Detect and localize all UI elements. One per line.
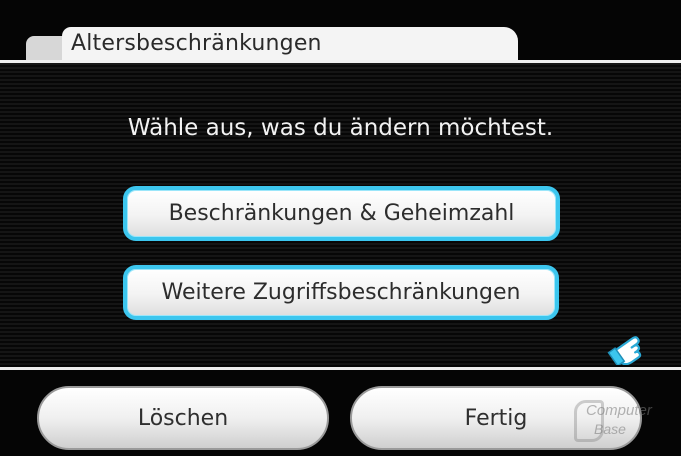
clear-button[interactable]: Löschen [37,386,329,450]
wii-pointer-hand-icon [607,336,642,365]
title-tab: Altersbeschränkungen [62,27,518,60]
restrictions-pin-label: Beschränkungen & Geheimzahl [168,201,515,226]
watermark-line2: Base [594,421,626,437]
additional-restrictions-button[interactable]: Weitere Zugriffsbeschränkungen [123,265,559,320]
instruction-text: Wähle aus, was du ändern möchtest. [127,115,554,141]
done-button-label: Fertig [464,405,528,431]
header-bar: Altersbeschränkungen [0,0,681,60]
page-title: Altersbeschränkungen [71,31,322,56]
main-panel: Wähle aus, was du ändern möchtest. Besch… [0,60,681,370]
watermark-line1: Computer [586,402,652,419]
computerbase-watermark: Computer Base [574,400,674,446]
clear-button-label: Löschen [137,405,229,431]
additional-restrictions-label: Weitere Zugriffsbeschränkungen [161,280,521,305]
restrictions-pin-button[interactable]: Beschränkungen & Geheimzahl [123,186,560,241]
wii-settings-screen: Altersbeschränkungen Wähle aus, was du ä… [0,0,681,456]
